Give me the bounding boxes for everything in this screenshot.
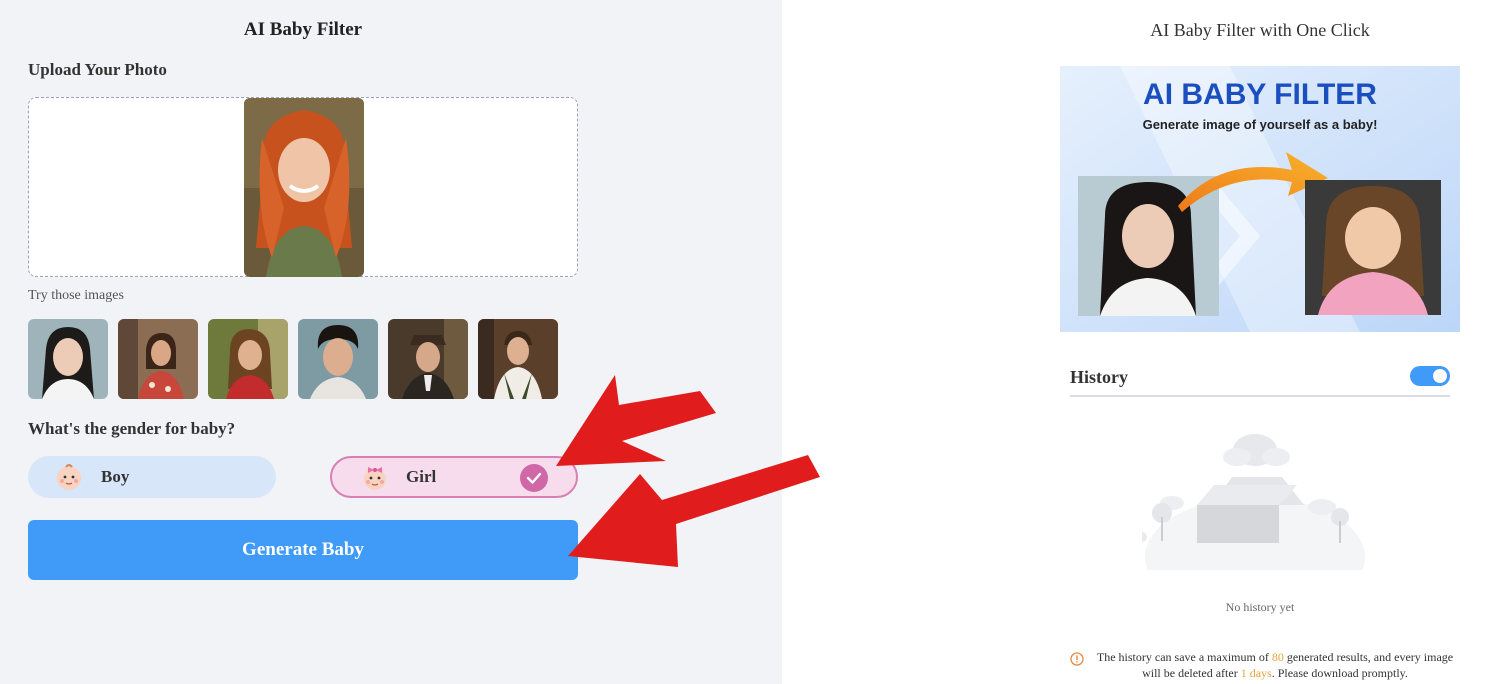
check-icon <box>520 464 548 492</box>
gender-boy-label: Boy <box>101 467 130 486</box>
notice-part-3: . Please download promptly. <box>1271 665 1408 680</box>
gender-boy-button[interactable]: Boy <box>28 456 276 498</box>
gender-girl-label: Girl <box>406 467 437 486</box>
banner-heading: AI BABY FILTER <box>1143 78 1377 111</box>
history-toggle[interactable] <box>1410 366 1450 386</box>
sample-image-2[interactable] <box>118 319 198 399</box>
generate-baby-button[interactable]: Generate Baby <box>28 520 578 580</box>
right-panel-title: AI Baby Filter with One Click <box>1150 20 1370 40</box>
history-title: History <box>1070 367 1128 387</box>
sample-images <box>28 319 558 399</box>
history-notice: The history can save a maximum of 80 gen… <box>1070 650 1460 681</box>
notice-part-1: The history can save a maximum of <box>1096 650 1272 664</box>
uploaded-photo <box>244 98 364 277</box>
notice-days: 1 days <box>1240 665 1272 680</box>
empty-box-icon <box>1137 425 1368 617</box>
sample-image-1[interactable] <box>28 319 108 399</box>
page-title: AI Baby Filter <box>243 19 363 40</box>
right-panel: AI Baby Filter with One Click AI BABY FI… <box>782 0 1485 684</box>
banner-subheading: Generate image of yourself as a baby! <box>1143 117 1378 132</box>
left-panel: AI Baby Filter Upload Your Photo Try tho… <box>0 0 782 684</box>
empty-history-text: No history yet <box>1225 600 1295 614</box>
gender-label: What's the gender for baby? <box>28 419 236 438</box>
sample-image-5[interactable] <box>388 319 468 399</box>
upload-label: Upload Your Photo <box>28 60 167 79</box>
upload-dropzone[interactable] <box>28 97 578 277</box>
notice-max-results: 80 <box>1271 650 1284 664</box>
sample-image-3[interactable] <box>208 319 288 399</box>
history-divider <box>1070 395 1450 397</box>
sample-image-4[interactable] <box>298 319 378 399</box>
notice-text: The history can save a maximum of 80 gen… <box>1070 650 1460 681</box>
try-images-label: Try those images <box>28 288 124 303</box>
sample-image-6[interactable] <box>478 319 558 399</box>
gender-girl-button[interactable]: Girl <box>330 456 578 498</box>
baby-girl-icon <box>360 462 390 492</box>
baby-boy-icon <box>54 462 84 492</box>
promo-banner: AI BABY FILTER Generate image of yoursel… <box>1060 66 1460 332</box>
warning-icon <box>1070 652 1084 666</box>
toggle-knob <box>1433 369 1447 383</box>
